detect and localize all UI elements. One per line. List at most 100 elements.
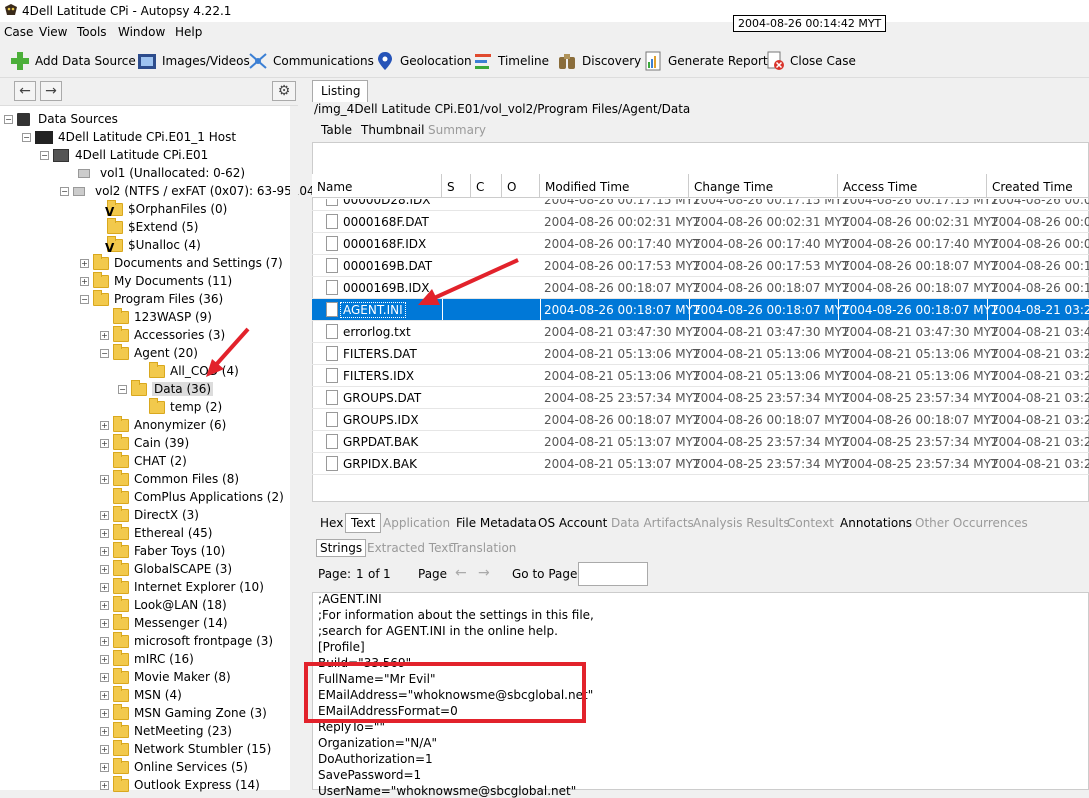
tab-extracted-text[interactable]: Extracted Text <box>367 541 453 555</box>
tab-context[interactable]: Context <box>787 516 834 530</box>
goto-page-input[interactable] <box>578 562 648 586</box>
tree-node-folder[interactable]: + Messenger (14) <box>100 613 228 632</box>
forward-arrow-icon[interactable]: → <box>40 81 62 101</box>
expand-icon[interactable]: + <box>100 600 109 610</box>
expand-icon[interactable]: + <box>100 744 109 754</box>
tree-node-folder[interactable]: − Program Files (36) <box>80 289 223 308</box>
back-arrow-icon[interactable]: ← <box>14 81 36 101</box>
table-row[interactable]: 0000168F.DAT 2004-08-26 00:02:31 MYT 2004-… <box>312 211 1089 233</box>
tree-node-folder[interactable]: + MSN Gaming Zone (3) <box>100 703 267 722</box>
tab-analysis-results[interactable]: Analysis Results <box>693 516 790 530</box>
tab-strings[interactable]: Strings <box>316 539 367 557</box>
expand-icon[interactable]: + <box>100 780 109 790</box>
images-videos-button[interactable]: Images/Videos <box>137 50 250 72</box>
tree-node-folder[interactable]: + microsoft frontpage (3) <box>100 631 273 650</box>
tab-text[interactable]: Text <box>345 513 382 533</box>
expand-icon[interactable]: + <box>100 528 109 538</box>
expand-icon[interactable]: + <box>100 330 109 340</box>
tab-data-artifacts[interactable]: Data Artifacts <box>611 516 694 530</box>
collapse-icon[interactable]: − <box>60 186 69 196</box>
tree-node-folder[interactable]: + Movie Maker (8) <box>100 667 231 686</box>
tree-node-vol1[interactable]: vol1 (Unallocated: 0-62) <box>78 164 245 182</box>
tree-node-folder[interactable]: + My Documents (11) <box>80 271 232 290</box>
tree-node-folder[interactable]: V $OrphanFiles (0) <box>94 199 227 219</box>
tree-node-folder[interactable]: + Internet Explorer (10) <box>100 577 264 596</box>
tree-node-host[interactable]: − 4Dell Latitude CPi.E01_1 Host <box>22 128 236 146</box>
expand-icon[interactable]: + <box>100 618 109 628</box>
expand-icon[interactable]: + <box>100 636 109 646</box>
tree-node-folder[interactable]: + GlobalSCAPE (3) <box>100 559 232 578</box>
tree-node-folder[interactable]: + Common Files (8) <box>100 469 239 488</box>
geolocation-button[interactable]: Geolocation <box>375 50 472 72</box>
tab-annotations[interactable]: Annotations <box>840 516 912 530</box>
expand-icon[interactable]: + <box>100 438 109 448</box>
tab-translation[interactable]: Translation <box>451 541 516 555</box>
close-case-button[interactable]: Close Case <box>765 50 856 72</box>
expand-icon[interactable]: + <box>100 474 109 484</box>
tree-node-folder[interactable]: + Ethereal (45) <box>100 523 212 542</box>
collapse-icon[interactable]: − <box>4 114 13 124</box>
column-header[interactable]: O <box>502 174 540 198</box>
communications-button[interactable]: Communications <box>248 50 374 72</box>
expand-icon[interactable]: + <box>100 582 109 592</box>
tab-summary[interactable]: Summary <box>428 123 486 137</box>
tree-node-folder[interactable]: $Extend (5) <box>94 217 198 236</box>
tree-node-folder[interactable]: + Anonymizer (6) <box>100 415 226 434</box>
tree-node-folder[interactable]: + mIRC (16) <box>100 649 194 668</box>
table-row[interactable]: errorlog.txt 2004-08-21 03:47:30 MYT 2004-… <box>312 321 1089 343</box>
collapse-icon[interactable]: − <box>100 348 109 358</box>
tree-node-data-sources[interactable]: − Data Sources <box>4 110 118 128</box>
tree-node-folder[interactable]: ComPlus Applications (2) <box>100 487 284 506</box>
expand-icon[interactable]: + <box>100 420 109 430</box>
tab-file-metadata[interactable]: File Metadata <box>456 516 537 530</box>
menu-tools[interactable]: Tools <box>77 25 107 39</box>
tree-node-image[interactable]: − 4Dell Latitude CPi.E01 <box>40 146 208 164</box>
column-header[interactable]: Modified Time <box>540 174 689 198</box>
collapse-icon[interactable]: − <box>80 294 89 304</box>
tree-node-folder[interactable]: + Look@LAN (18) <box>100 595 227 614</box>
tab-hex[interactable]: Hex <box>320 516 343 530</box>
tab-application[interactable]: Application <box>383 516 450 530</box>
tab-listing[interactable]: Listing <box>312 80 368 102</box>
menu-help[interactable]: Help <box>175 25 202 39</box>
column-header[interactable]: Access Time <box>838 174 987 198</box>
expand-icon[interactable]: + <box>80 276 89 286</box>
tree-node-folder[interactable]: 123WASP (9) <box>100 307 212 326</box>
column-header[interactable]: Name <box>312 174 442 198</box>
expand-icon[interactable]: + <box>100 726 109 736</box>
table-row[interactable]: GRPIDX.BAK 2004-08-21 05:13:07 MYT 2004-08… <box>312 453 1089 475</box>
expand-icon[interactable]: + <box>100 510 109 520</box>
tree-node-folder[interactable]: + NetMeeting (23) <box>100 721 232 740</box>
tree-node-folder[interactable]: + Cain (39) <box>100 433 189 452</box>
column-header[interactable]: S <box>442 174 471 198</box>
table-row[interactable]: FILTERS.IDX 2004-08-21 05:13:06 MYT 2004-0… <box>312 365 1089 387</box>
discovery-button[interactable]: Discovery <box>557 50 641 72</box>
generate-report-button[interactable]: Generate Report <box>643 50 768 72</box>
column-header[interactable]: C <box>471 174 502 198</box>
expand-icon[interactable]: + <box>100 564 109 574</box>
menu-view[interactable]: View <box>39 25 67 39</box>
table-row[interactable]: GROUPS.DAT 2004-08-25 23:57:34 MYT 2004-08… <box>312 387 1089 409</box>
expand-icon[interactable]: + <box>100 672 109 682</box>
tree-scrollbar[interactable] <box>290 106 298 790</box>
table-row[interactable]: GRPDAT.BAK 2004-08-21 05:13:07 MYT 2004-08… <box>312 431 1089 453</box>
tree-node-folder[interactable]: temp (2) <box>136 397 222 416</box>
next-page-icon[interactable]: → <box>478 565 496 583</box>
collapse-icon[interactable]: − <box>22 132 31 142</box>
tree-node-folder[interactable]: + MSN (4) <box>100 685 182 704</box>
table-row[interactable]: FILTERS.DAT 2004-08-21 05:13:06 MYT 2004-0… <box>312 343 1089 365</box>
tree-node-vol2[interactable]: − vol2 (NTFS / exFAT (0x07): 63-951047 <box>60 182 322 200</box>
expand-icon[interactable]: + <box>100 546 109 556</box>
tree-node-folder[interactable]: + Documents and Settings (7) <box>80 253 283 272</box>
expand-icon[interactable]: + <box>100 708 109 718</box>
column-header[interactable]: Created Time <box>987 174 1089 198</box>
tab-table[interactable]: Table <box>321 123 352 137</box>
collapse-icon[interactable]: − <box>40 150 49 160</box>
tree-node-folder[interactable]: + DirectX (3) <box>100 505 199 524</box>
table-row[interactable]: GROUPS.IDX 2004-08-26 00:18:07 MYT 2004-08… <box>312 409 1089 431</box>
menu-window[interactable]: Window <box>118 25 165 39</box>
expand-icon[interactable]: + <box>100 654 109 664</box>
column-header[interactable]: Change Time <box>689 174 838 198</box>
expand-icon[interactable]: + <box>80 258 89 268</box>
tree-node-folder[interactable]: + Faber Toys (10) <box>100 541 225 560</box>
